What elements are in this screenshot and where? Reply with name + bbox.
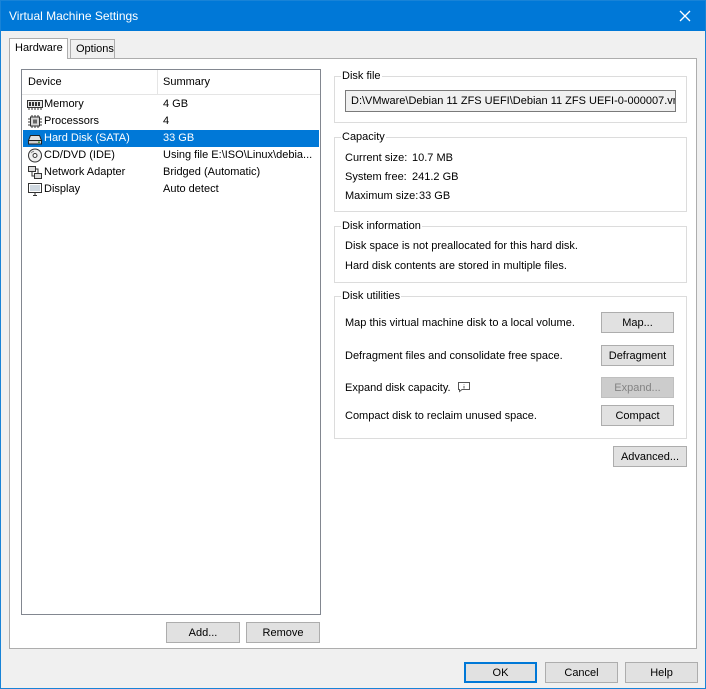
capacity-legend: Capacity bbox=[341, 131, 386, 143]
device-summary: Using file E:\ISO\Linux\debia... bbox=[163, 149, 313, 161]
maximum-size-value: 33 GB bbox=[419, 190, 451, 202]
current-size-label: Current size: bbox=[345, 152, 408, 164]
tab-hardware-label: Hardware bbox=[15, 42, 63, 54]
device-row-memory[interactable]: Memory 4 GB bbox=[23, 96, 319, 113]
device-summary: 33 GB bbox=[163, 132, 195, 144]
device-row-cd-dvd[interactable]: CD/DVD (IDE) Using file E:\ISO\Linux\deb… bbox=[23, 147, 319, 164]
title-bar[interactable]: Virtual Machine Settings bbox=[1, 1, 705, 31]
defragment-description: Defragment files and consolidate free sp… bbox=[345, 350, 563, 362]
map-description: Map this virtual machine disk to a local… bbox=[345, 317, 575, 329]
device-name: Display bbox=[44, 183, 81, 195]
remove-button[interactable]: Remove bbox=[246, 622, 320, 643]
tab-hardware[interactable]: Hardware bbox=[9, 38, 68, 59]
add-button[interactable]: Add... bbox=[166, 622, 240, 643]
device-row-network-adapter[interactable]: Network Adapter Bridged (Automatic) bbox=[23, 164, 319, 181]
device-name: Processors bbox=[44, 115, 100, 127]
ok-button[interactable]: OK bbox=[464, 662, 537, 683]
maximum-size-label: Maximum size: bbox=[345, 190, 419, 202]
close-icon[interactable] bbox=[665, 1, 705, 31]
tab-options[interactable]: Options bbox=[70, 39, 115, 58]
tab-options-label: Options bbox=[76, 43, 114, 55]
cd-dvd-icon bbox=[27, 148, 43, 163]
compact-description: Compact disk to reclaim unused space. bbox=[345, 410, 537, 422]
device-row-hard-disk[interactable]: Hard Disk (SATA) 33 GB bbox=[23, 130, 319, 147]
column-header-summary[interactable]: Summary bbox=[163, 76, 210, 88]
device-name: Hard Disk (SATA) bbox=[44, 132, 130, 144]
settings-window: Virtual Machine Settings Hardware Option… bbox=[0, 0, 706, 689]
device-list-header: Device Summary bbox=[22, 70, 320, 95]
device-name: Memory bbox=[44, 98, 84, 110]
device-name: CD/DVD (IDE) bbox=[44, 149, 115, 161]
window-title: Virtual Machine Settings bbox=[9, 9, 139, 23]
info-icon[interactable] bbox=[457, 381, 471, 393]
device-list[interactable]: Device Summary Memory 4 GB Processors 4 bbox=[21, 69, 321, 615]
disk-info-multiple-files: Hard disk contents are stored in multipl… bbox=[345, 260, 567, 272]
system-free-label: System free: bbox=[345, 171, 407, 183]
device-summary: 4 GB bbox=[163, 98, 189, 110]
device-summary: 4 bbox=[163, 115, 170, 127]
map-button[interactable]: Map... bbox=[601, 312, 674, 333]
memory-icon bbox=[27, 97, 43, 112]
expand-button[interactable]: Expand... bbox=[601, 377, 674, 398]
hard-disk-icon bbox=[27, 131, 43, 146]
current-size-value: 10.7 MB bbox=[412, 152, 453, 164]
cancel-button[interactable]: Cancel bbox=[545, 662, 618, 683]
disk-utilities-group: Disk utilities Map this virtual machine … bbox=[334, 290, 687, 439]
disk-information-legend: Disk information bbox=[341, 220, 422, 232]
system-free-value: 241.2 GB bbox=[412, 171, 459, 183]
processor-icon bbox=[27, 114, 43, 129]
column-header-device[interactable]: Device bbox=[28, 76, 62, 88]
disk-info-preallocation: Disk space is not preallocated for this … bbox=[345, 240, 578, 252]
capacity-group: Capacity Current size: 10.7 MB System fr… bbox=[334, 131, 687, 212]
disk-file-path-field[interactable]: D:\VMware\Debian 11 ZFS UEFI\Debian 11 Z… bbox=[345, 90, 676, 112]
device-row-display[interactable]: Display Auto detect bbox=[23, 181, 319, 198]
display-icon bbox=[27, 182, 43, 197]
device-row-processors[interactable]: Processors 4 bbox=[23, 113, 319, 130]
advanced-button[interactable]: Advanced... bbox=[613, 446, 687, 467]
disk-utilities-legend: Disk utilities bbox=[341, 290, 402, 302]
device-summary: Bridged (Automatic) bbox=[163, 166, 261, 178]
defragment-button[interactable]: Defragment bbox=[601, 345, 674, 366]
disk-file-legend: Disk file bbox=[341, 70, 382, 82]
device-name: Network Adapter bbox=[44, 166, 126, 178]
device-summary: Auto detect bbox=[163, 183, 219, 195]
network-adapter-icon bbox=[27, 165, 43, 180]
disk-file-group: Disk file D:\VMware\Debian 11 ZFS UEFI\D… bbox=[334, 70, 687, 123]
compact-button[interactable]: Compact bbox=[601, 405, 674, 426]
expand-description: Expand disk capacity. bbox=[345, 382, 451, 394]
column-separator[interactable] bbox=[157, 70, 158, 94]
help-button[interactable]: Help bbox=[625, 662, 698, 683]
disk-information-group: Disk information Disk space is not preal… bbox=[334, 220, 687, 283]
hardware-tab-page: Device Summary Memory 4 GB Processors 4 bbox=[9, 58, 697, 649]
